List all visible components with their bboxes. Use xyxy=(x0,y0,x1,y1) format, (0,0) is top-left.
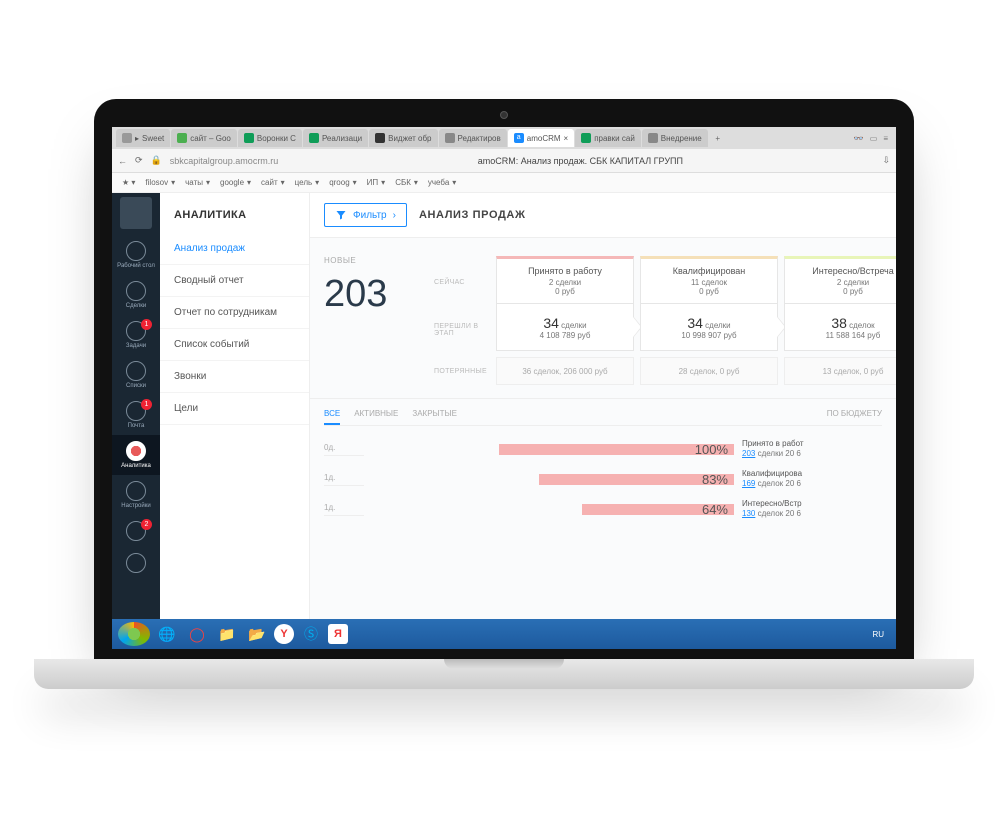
address-bar: ← ⟳ 🔒 sbkcapitalgroup.amocrm.ru amoCRM: … xyxy=(112,149,896,173)
funnel-row-info: Интересно/Встр 130 сделок 20 6 xyxy=(742,499,882,520)
stage-step: 34 сделки4 108 789 руб xyxy=(496,303,634,351)
yandex-browser-icon[interactable]: Я xyxy=(328,624,348,644)
chrome-icon[interactable]: 🌐 xyxy=(154,622,180,646)
rail-item-tasks[interactable]: Задачи1 xyxy=(112,315,160,355)
row-label-step: ПЕРЕШЛИ В ЭТАП xyxy=(434,306,496,354)
stage-now: Принято в работу2 сделки0 руб xyxy=(496,256,634,304)
stage-lost: 36 сделок, 206 000 руб xyxy=(496,357,634,385)
rail-item-desktop[interactable]: Рабочий стол xyxy=(112,235,160,275)
funnel-row-info: Квалифицирова 169 сделок 20 6 xyxy=(742,469,882,490)
submenu-title: АНАЛИТИКА xyxy=(160,203,309,233)
submenu-item-events[interactable]: Список событий xyxy=(160,329,309,361)
rail-item-extra[interactable]: 2 xyxy=(112,515,160,547)
submenu-item-calls[interactable]: Звонки xyxy=(160,361,309,393)
rail-item-mail[interactable]: Почта1 xyxy=(112,395,160,435)
bookmark[interactable]: чаты ▾ xyxy=(185,178,210,187)
avatar[interactable] xyxy=(120,197,152,229)
main-content: Фильтр › АНАЛИЗ ПРОДАЖ НОВЫЕ 203 СЕЙЧАС … xyxy=(310,193,896,619)
bookmark[interactable]: ИП ▾ xyxy=(367,178,386,187)
binoculars-icon[interactable]: 👓 xyxy=(854,134,864,143)
rail-item-analytics[interactable]: Аналитика xyxy=(112,435,160,475)
browser-tab[interactable]: сайт – Goo xyxy=(171,129,237,147)
stage-now: Квалифицирован11 сделок0 руб xyxy=(640,256,778,304)
menu-icon[interactable]: ≡ xyxy=(883,134,888,143)
system-tray[interactable]: RU xyxy=(872,630,890,639)
stage-now: Интересно/Встреча2 сделки0 руб xyxy=(784,256,896,304)
row-label-lost: ПОТЕРЯННЫЕ xyxy=(434,354,496,388)
funnel-icon xyxy=(335,209,347,221)
panel-icon[interactable]: ▭ xyxy=(870,134,878,143)
browser-tab[interactable]: Редактиров xyxy=(439,129,507,147)
lock-icon: 🔒 xyxy=(151,155,162,166)
new-label: НОВЫЕ xyxy=(324,256,420,265)
funnel-tab-active[interactable]: АКТИВНЫЕ xyxy=(354,409,398,419)
submenu: АНАЛИТИКА Анализ продаж Сводный отчет От… xyxy=(160,193,310,619)
start-button[interactable] xyxy=(118,622,150,646)
rail-item-lists[interactable]: Списки xyxy=(112,355,160,395)
download-icon[interactable]: ⇩ xyxy=(882,155,890,166)
funnel-row-label: 0д. xyxy=(324,443,364,456)
submenu-item-sales[interactable]: Анализ продаж xyxy=(160,233,309,265)
folder-icon[interactable]: 📂 xyxy=(244,622,270,646)
bookmark[interactable]: цель ▾ xyxy=(295,178,320,187)
funnel-bar: 83% xyxy=(372,472,734,487)
opera-icon[interactable]: ◯ xyxy=(184,622,210,646)
yandex-icon[interactable]: Y xyxy=(274,624,294,644)
browser-tab[interactable]: Воронки С xyxy=(238,129,302,147)
pipeline: НОВЫЕ 203 СЕЙЧАС ПЕРЕШЛИ В ЭТАП ПОТЕРЯНН… xyxy=(310,238,896,398)
page-title: АНАЛИЗ ПРОДАЖ xyxy=(419,209,526,221)
page-title-bar: amoCRM: Анализ продаж. СБК КАПИТАЛ ГРУПП xyxy=(286,156,874,166)
back-button[interactable]: ← xyxy=(118,156,127,166)
url-text[interactable]: sbkcapitalgroup.amocrm.ru xyxy=(170,156,279,166)
star-icon[interactable]: ★ ▾ xyxy=(122,178,135,187)
stage-step: 38 сделок11 588 164 руб xyxy=(784,303,896,351)
funnel-tab-closed[interactable]: ЗАКРЫТЫЕ xyxy=(412,409,457,419)
stage-lost: 28 сделок, 0 руб xyxy=(640,357,778,385)
new-count: 203 xyxy=(324,273,420,316)
submenu-item-goals[interactable]: Цели xyxy=(160,393,309,425)
nav-rail: Рабочий стол Сделки Задачи1 Списки Почта… xyxy=(112,193,160,619)
funnel-row-label: 1д. xyxy=(324,503,364,516)
explorer-icon[interactable]: 📁 xyxy=(214,622,240,646)
stage-lost: 13 сделок, 0 руб xyxy=(784,357,896,385)
bookmark[interactable]: сайт ▾ xyxy=(261,178,285,187)
rail-item-settings[interactable]: Настройки xyxy=(112,475,160,515)
windows-taskbar: 🌐 ◯ 📁 📂 Y Ⓢ Я RU xyxy=(112,619,896,649)
row-label-now: СЕЙЧАС xyxy=(434,258,496,306)
stage-step: 34 сделки10 998 907 руб xyxy=(640,303,778,351)
rail-item-call[interactable] xyxy=(112,547,160,579)
bookmark[interactable]: СБК ▾ xyxy=(395,178,418,187)
browser-tab[interactable]: ▸ Sweet xyxy=(116,129,170,147)
funnel-bar: 100% xyxy=(372,442,734,457)
funnel-bar: 64% xyxy=(372,502,734,517)
funnel-sort-budget[interactable]: ПО БЮДЖЕТУ xyxy=(827,409,882,419)
new-tab-button[interactable]: + xyxy=(709,134,727,143)
bookmark[interactable]: google ▾ xyxy=(220,178,251,187)
funnel-row-label: 1д. xyxy=(324,473,364,486)
filter-button[interactable]: Фильтр › xyxy=(324,203,407,227)
browser-tab[interactable]: Реализаци xyxy=(303,129,368,147)
laptop-camera xyxy=(500,111,508,119)
browser-tab-active[interactable]: aamoCRM × xyxy=(508,129,574,147)
funnel-row-info: Принято в работ 203 сделки 20 6 xyxy=(742,439,882,460)
browser-tab[interactable]: правки сай xyxy=(575,129,641,147)
submenu-item-summary[interactable]: Сводный отчет xyxy=(160,265,309,297)
reload-button[interactable]: ⟳ xyxy=(135,155,143,166)
browser-tab[interactable]: Внедрение xyxy=(642,129,708,147)
funnel-tab-all[interactable]: ВСЕ xyxy=(324,409,340,425)
funnel-chart: ВСЕ АКТИВНЫЕ ЗАКРЫТЫЕ ПО БЮДЖЕТУ 0д. 100… xyxy=(310,398,896,524)
submenu-item-employees[interactable]: Отчет по сотрудникам xyxy=(160,297,309,329)
bookmark[interactable]: учеба ▾ xyxy=(428,178,456,187)
screen: ▸ Sweet сайт – Goo Воронки С Реализаци В… xyxy=(112,127,896,649)
browser-tab[interactable]: Виджет обр xyxy=(369,129,437,147)
rail-item-deals[interactable]: Сделки xyxy=(112,275,160,315)
bookmark[interactable]: filosov ▾ xyxy=(145,178,175,187)
browser-tabs: ▸ Sweet сайт – Goo Воронки С Реализаци В… xyxy=(112,127,896,149)
skype-icon[interactable]: Ⓢ xyxy=(298,622,324,646)
bookmarks-bar: ★ ▾ filosov ▾ чаты ▾ google ▾ сайт ▾ цел… xyxy=(112,173,896,193)
bookmark[interactable]: qroog ▾ xyxy=(329,178,356,187)
